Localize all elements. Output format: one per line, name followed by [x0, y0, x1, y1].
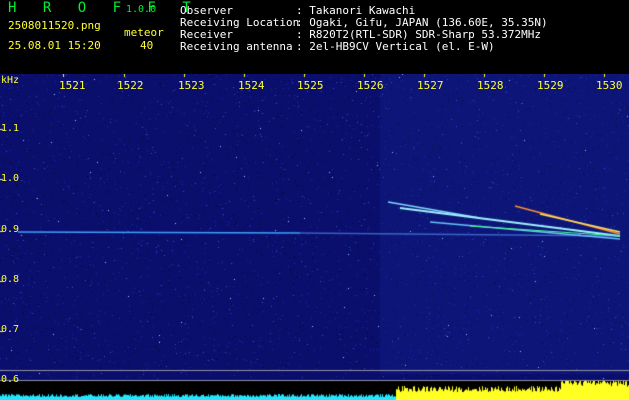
y-tick-0-7: 0.7 [1, 324, 20, 335]
x-tick-1522: 1522 [117, 79, 144, 92]
app-version: 1.0.0 [126, 4, 157, 15]
y-tick-1-1: 1.1 [1, 123, 20, 134]
spectrogram-waterfall [0, 74, 629, 400]
x-tick-1523: 1523 [178, 79, 205, 92]
y-tick-1-0: 1.0 [1, 173, 20, 184]
file-name: 2508011520.png [8, 19, 101, 32]
y-tick-0-9: 0.9 [1, 224, 20, 235]
info-value-antenna: : 2el-HB9CV Vertical (el. E-W) [296, 40, 495, 53]
x-tick-1530: 1530 [596, 79, 623, 92]
meteor-count: 40 [140, 39, 154, 52]
app-title: H R O F F T [8, 0, 200, 16]
y-tick-0-8: 0.8 [1, 274, 20, 285]
file-datetime: 25.08.01 15:20 [8, 39, 101, 52]
x-tick-1525: 1525 [297, 79, 324, 92]
x-tick-1527: 1527 [417, 79, 444, 92]
header-panel: H R O F F T 1.0.0 2508011520.png 25.08.0… [0, 0, 629, 74]
info-key-antenna: Receiving antenna [180, 40, 293, 53]
x-tick-1524: 1524 [238, 79, 265, 92]
y-axis-unit: kHz [1, 75, 20, 86]
x-tick-1529: 1529 [537, 79, 564, 92]
y-tick-0-6: 0.6 [1, 374, 20, 385]
meteor-label: meteor [124, 26, 164, 39]
x-tick-1528: 1528 [477, 79, 504, 92]
x-tick-1526: 1526 [357, 79, 384, 92]
x-tick-1521: 1521 [59, 79, 86, 92]
